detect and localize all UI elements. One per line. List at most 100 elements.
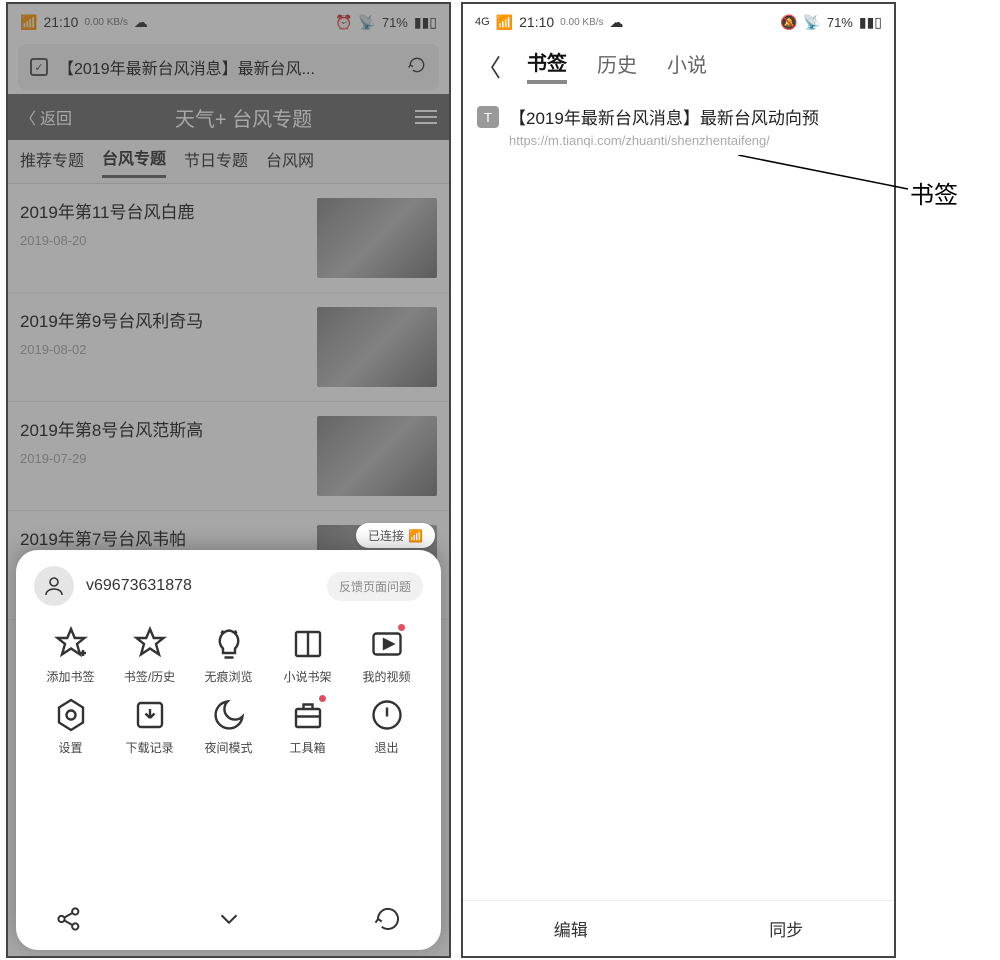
menu-bookmark-history[interactable]: 书签/历史 [113, 626, 186, 685]
back-button[interactable]: 〈 [477, 48, 497, 83]
menu-label: 工具箱 [289, 739, 325, 756]
shield-icon: ✓ [30, 58, 48, 76]
article-item[interactable]: 2019年第8号台风范斯高 2019-07-29 [8, 402, 449, 511]
menu-label: 书签/历史 [124, 668, 175, 685]
category-tab-1[interactable]: 台风专题 [102, 145, 166, 178]
menu-novel-shelf[interactable]: 小说书架 [271, 626, 344, 685]
sync-button[interactable]: 同步 [679, 901, 895, 956]
signal-icon: 📶 [20, 14, 37, 31]
menu-my-video[interactable]: 我的视频 [350, 626, 423, 685]
star-icon [132, 626, 168, 662]
reload-icon[interactable] [407, 55, 427, 80]
bookmark-badge-icon: T [477, 106, 499, 128]
hex-gear-icon [53, 697, 89, 733]
sheet-bottom-row [34, 894, 423, 940]
page-nav-header: 〈 返回 天气+ 台风专题 [8, 94, 449, 140]
article-thumb [317, 198, 437, 278]
category-tabs: 推荐专题 台风专题 节日专题 台风网 [8, 140, 449, 184]
phone-right: 4G 📶 21:10 0.00 KB/s ☁ 🔕 📡 71% ▮▮▯ 〈 书签 … [461, 2, 896, 958]
menu-add-bookmark[interactable]: 添加书签 [34, 626, 107, 685]
url-title: 【2019年最新台风消息】最新台风... [58, 55, 315, 79]
battery-text: 71% [382, 15, 408, 30]
hamburger-icon[interactable] [415, 110, 437, 124]
menu-label: 小说书架 [283, 668, 331, 685]
tab-bookmarks[interactable]: 书签 [527, 47, 567, 84]
article-title: 2019年第9号台风利奇马 [20, 307, 307, 332]
battery-text: 71% [827, 15, 853, 30]
status-time: 21:10 [519, 14, 554, 30]
menu-settings[interactable]: 设置 [34, 697, 107, 756]
book-icon [290, 626, 326, 662]
chevron-down-icon[interactable] [214, 904, 244, 934]
menu-downloads[interactable]: 下载记录 [113, 697, 186, 756]
edit-button[interactable]: 编辑 [463, 901, 679, 956]
menu-sheet: v69673631878 反馈页面问题 添加书签 书签/历史 无痕浏览 [16, 550, 441, 950]
tab-history[interactable]: 历史 [597, 49, 637, 82]
video-icon [369, 626, 405, 662]
share-icon[interactable] [54, 904, 84, 934]
alarm-icon: ⏰ [335, 14, 352, 31]
star-plus-icon [53, 626, 89, 662]
status-net: 0.00 KB/s [84, 17, 127, 28]
nav-back-label: 返回 [40, 105, 72, 129]
username: v69673631878 [86, 577, 315, 595]
menu-night-mode[interactable]: 夜间模式 [192, 697, 265, 756]
power-icon [369, 697, 405, 733]
url-bar[interactable]: ✓ 【2019年最新台风消息】最新台风... [18, 44, 439, 90]
status-bar-left: 📶 21:10 0.00 KB/s ☁ ⏰ 📡 71% ▮▮▯ [8, 4, 449, 40]
article-title: 2019年第8号台风范斯高 [20, 416, 307, 441]
tabs-header: 〈 书签 历史 小说 [463, 40, 894, 90]
cloud-icon: ☁ [134, 14, 148, 31]
refresh-icon[interactable] [373, 904, 403, 934]
download-icon [132, 697, 168, 733]
menu-label: 夜间模式 [204, 739, 252, 756]
connected-label: 已连接 [368, 527, 404, 544]
article-item[interactable]: 2019年第11号台风白鹿 2019-08-20 [8, 184, 449, 293]
bookmark-item[interactable]: T 【2019年最新台风消息】最新台风动向预 https://m.tianqi.… [463, 90, 894, 162]
notification-dot [398, 624, 405, 631]
moon-icon [211, 697, 247, 733]
annotation-label: 书签 [910, 175, 958, 210]
avatar[interactable] [34, 566, 74, 606]
status-net: 0.00 KB/s [560, 17, 603, 28]
status-bar-right: 4G 📶 21:10 0.00 KB/s ☁ 🔕 📡 71% ▮▮▯ [463, 4, 894, 40]
menu-label: 退出 [374, 739, 398, 756]
phone-left: 📶 21:10 0.00 KB/s ☁ ⏰ 📡 71% ▮▮▯ ✓ 【2019年… [6, 2, 451, 958]
cloud-icon: ☁ [610, 14, 624, 31]
footer-bar: 编辑 同步 [463, 900, 894, 956]
feedback-button[interactable]: 反馈页面问题 [327, 572, 423, 601]
article-thumb [317, 416, 437, 496]
wifi-icon: 📡 [803, 14, 820, 31]
chevron-left-icon: 〈 [20, 105, 36, 129]
category-tab-2[interactable]: 节日专题 [184, 147, 248, 177]
tab-novels[interactable]: 小说 [667, 49, 707, 82]
connected-pill[interactable]: 已连接 📶 [356, 523, 435, 548]
article-date: 2019-07-29 [20, 451, 307, 466]
article-title: 2019年第7号台风韦帕 [20, 525, 307, 550]
battery-icon: ▮▮▯ [859, 14, 882, 31]
article-item[interactable]: 2019年第9号台风利奇马 2019-08-02 [8, 293, 449, 402]
nav-back-button[interactable]: 〈 返回 [20, 105, 72, 129]
menu-exit[interactable]: 退出 [350, 697, 423, 756]
nav-title: 天气+ 台风专题 [72, 103, 415, 132]
signal-text: 4G [475, 16, 490, 28]
menu-label: 添加书签 [46, 668, 94, 685]
wifi-small-icon: 📶 [408, 529, 423, 543]
menu-label: 我的视频 [362, 668, 410, 685]
bulb-icon [211, 626, 247, 662]
menu-toolbox[interactable]: 工具箱 [271, 697, 344, 756]
article-thumb [317, 307, 437, 387]
article-date: 2019-08-20 [20, 233, 307, 248]
wifi-icon: 📡 [358, 14, 375, 31]
article-date: 2019-08-02 [20, 342, 307, 357]
menu-incognito[interactable]: 无痕浏览 [192, 626, 265, 685]
menu-label: 下载记录 [125, 739, 173, 756]
menu-label: 设置 [58, 739, 82, 756]
menu-label: 无痕浏览 [204, 668, 252, 685]
category-tab-0[interactable]: 推荐专题 [20, 147, 84, 177]
signal-icon: 📶 [496, 14, 513, 31]
article-title: 2019年第11号台风白鹿 [20, 198, 307, 223]
toolbox-icon [290, 697, 326, 733]
category-tab-3[interactable]: 台风网 [266, 147, 314, 177]
status-time: 21:10 [43, 14, 78, 30]
